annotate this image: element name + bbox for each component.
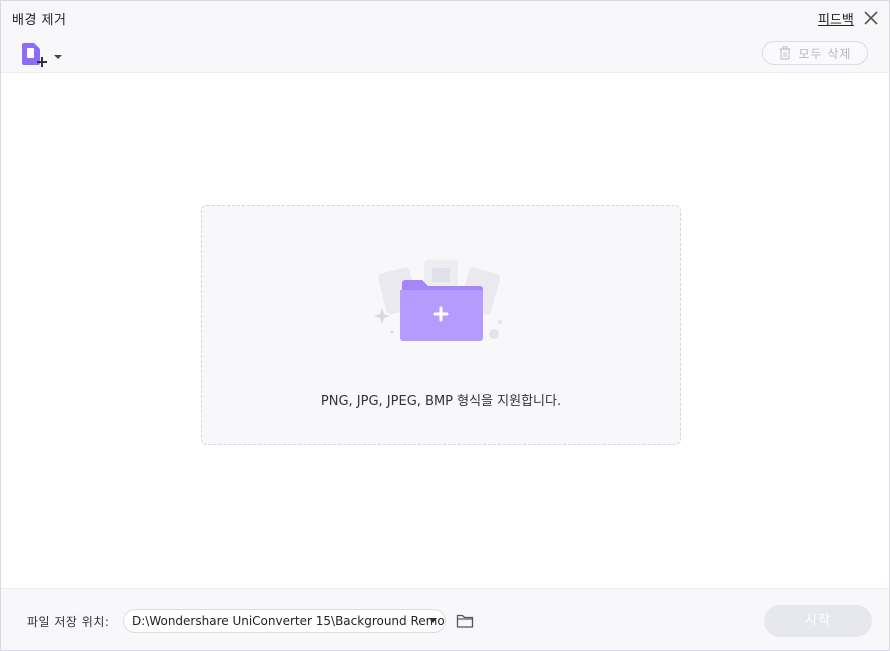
close-icon	[864, 11, 878, 25]
open-folder-button[interactable]	[456, 613, 474, 629]
delete-all-button[interactable]: 모두 삭제	[762, 41, 868, 65]
add-folder-illustration[interactable]	[370, 256, 506, 346]
add-file-icon	[22, 43, 47, 67]
trash-icon	[779, 46, 790, 60]
file-drop-zone[interactable]: PNG, JPG, JPEG, BMP 형식을 지원합니다.	[201, 205, 681, 445]
chevron-down-icon	[429, 618, 437, 623]
folder-icon	[456, 614, 474, 628]
save-path-value: D:\Wondershare UniConverter 15\Backgroun…	[132, 614, 445, 628]
feedback-link[interactable]: 피드백	[818, 9, 854, 28]
add-file-button[interactable]	[20, 41, 50, 69]
footer-bar: 파일 저장 위치: D:\Wondershare UniConverter 15…	[1, 588, 889, 650]
folder-add-icon	[374, 260, 502, 341]
close-button[interactable]	[862, 9, 880, 27]
window-title: 배경 제거	[12, 13, 67, 28]
delete-all-label: 모두 삭제	[798, 46, 852, 61]
save-location-label: 파일 저장 위치:	[27, 615, 110, 629]
supported-formats-hint: PNG, JPG, JPEG, BMP 형식을 지원합니다.	[320, 394, 562, 409]
add-options-dropdown[interactable]	[53, 47, 63, 59]
background-remover-window: 배경 제거 피드백 모두 삭제 PNG, JPG, JPEG, BMP 형식을 …	[0, 0, 890, 651]
save-path-dropdown[interactable]: D:\Wondershare UniConverter 15\Backgroun…	[123, 609, 446, 633]
start-button[interactable]: 시작	[764, 605, 872, 637]
chevron-down-icon	[54, 55, 62, 59]
header-area: 배경 제거 피드백 모두 삭제	[1, 1, 889, 73]
